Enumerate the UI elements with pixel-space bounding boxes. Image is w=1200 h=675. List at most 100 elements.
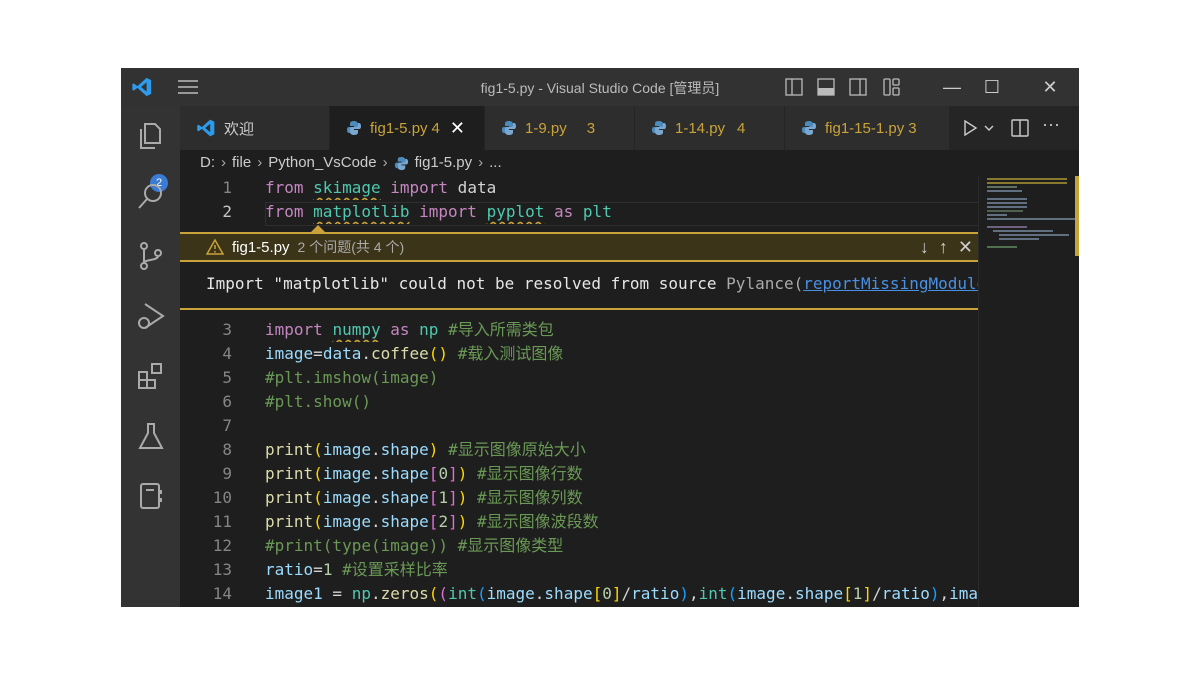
close-peek-icon[interactable]: ✕ xyxy=(958,237,973,258)
code-token: int xyxy=(448,584,477,603)
toggle-primary-sidebar-icon[interactable] xyxy=(785,78,803,96)
code-token: shape xyxy=(380,488,429,507)
problem-rule-link[interactable]: reportMissingModuleSource xyxy=(803,274,979,293)
code-line[interactable]: 14 image1 = np.zeros((int(image.shape[0]/… xyxy=(180,582,978,606)
code-token: import xyxy=(390,178,449,197)
code-token: image xyxy=(265,344,314,363)
source-control-icon[interactable] xyxy=(135,240,167,272)
code-token: zeros xyxy=(380,584,429,603)
code-line[interactable]: 13 ratio=1 #设置采样比率 xyxy=(180,558,978,582)
code-token: [ xyxy=(592,584,603,603)
line-text: from matplotlib import pyplot as plt xyxy=(265,200,978,224)
code-token: #导入所需类包 xyxy=(448,320,554,339)
testing-icon[interactable] xyxy=(135,420,167,452)
code-token: int xyxy=(698,584,728,603)
peek-file: fig1-5.py xyxy=(232,238,290,256)
code-line[interactable]: 10 print(image.shape[1]) #显示图像列数 xyxy=(180,486,978,510)
code-token: ) xyxy=(679,584,689,603)
code-token: ] xyxy=(448,464,458,483)
maximize-button[interactable]: ☐ xyxy=(981,76,1003,98)
code-line[interactable]: 3 import numpy as np #导入所需类包 xyxy=(180,318,978,342)
code-line[interactable]: 7 xyxy=(180,414,978,438)
problem-source: Pylance( xyxy=(726,274,804,293)
chevron-down-icon[interactable] xyxy=(983,123,995,133)
code-line[interactable]: 5 #plt.imshow(image) xyxy=(180,366,978,390)
tab-1-9[interactable]: 1-9.py 3 xyxy=(485,106,635,150)
minimize-button[interactable]: — xyxy=(941,76,963,98)
activity-bar: 2 xyxy=(121,106,180,607)
code-line[interactable]: 1 from skimage import data xyxy=(180,176,978,200)
peek-header: fig1-5.py 2 个问题(共 4 个) ↓ ↑ ✕ xyxy=(180,232,979,262)
code-token: ) xyxy=(457,512,468,531)
code-line[interactable]: 8 print(image.shape) #显示图像原始大小 xyxy=(180,438,978,462)
code-line[interactable]: 9 print(image.shape[0]) #显示图像行数 xyxy=(180,462,978,486)
more-actions-icon[interactable]: ··· xyxy=(1042,114,1060,135)
split-editor-icon[interactable] xyxy=(1011,119,1029,137)
problem-count: 3 xyxy=(908,119,917,137)
line-number: 14 xyxy=(212,584,232,603)
code-token: ratio xyxy=(881,584,930,603)
tab-fig1-5[interactable]: fig1-5.py 4 ✕ xyxy=(330,106,485,150)
code-token: import xyxy=(419,202,477,221)
code-token: numpy xyxy=(332,320,381,339)
code-token: pyplot xyxy=(486,202,545,221)
tab-1-14[interactable]: 1-14.py 4 xyxy=(635,106,785,150)
next-problem-icon[interactable]: ↓ xyxy=(920,237,929,258)
search-icon[interactable] xyxy=(135,180,167,212)
explorer-icon[interactable] xyxy=(135,120,167,152)
code-token: image xyxy=(322,488,371,507)
code-token: image xyxy=(486,584,535,603)
line-number: 7 xyxy=(222,416,232,435)
peek-pointer xyxy=(311,225,325,232)
code-token: skimage xyxy=(313,178,381,197)
minimap[interactable] xyxy=(978,176,1079,607)
previous-problem-icon[interactable]: ↑ xyxy=(939,237,948,258)
tab-welcome[interactable]: 欢迎 xyxy=(180,106,330,150)
code-token: plt xyxy=(582,202,612,221)
line-text: print(image.shape) #显示图像原始大小 xyxy=(265,438,978,462)
extensions-icon[interactable] xyxy=(135,360,167,392)
code-line[interactable]: 4 image=data.coffee() #载入测试图像 xyxy=(180,342,978,366)
code-line[interactable]: 11 print(image.shape[2]) #显示图像波段数 xyxy=(180,510,978,534)
breadcrumb-item[interactable]: Python_VsCode xyxy=(268,150,376,176)
code-token: ) xyxy=(929,584,940,603)
breadcrumb-item[interactable]: D: xyxy=(200,150,215,176)
scrollbar-thumb[interactable] xyxy=(1075,176,1079,256)
code-token: 0 xyxy=(602,584,612,603)
toggle-panel-icon[interactable] xyxy=(817,78,835,96)
code-line[interactable]: 2 from matplotlib import pyplot as plt xyxy=(180,200,978,224)
code-token: ( xyxy=(313,440,323,459)
notebook-icon[interactable] xyxy=(135,480,167,512)
code-token: shape xyxy=(380,440,429,459)
code-token: , xyxy=(688,584,699,603)
code-line[interactable]: 6 #plt.show() xyxy=(180,390,978,414)
run-debug-icon[interactable] xyxy=(135,300,167,332)
vscode-icon xyxy=(197,119,215,137)
close-window-button[interactable]: ✕ xyxy=(1039,76,1061,98)
line-number: 2 xyxy=(222,202,232,221)
code-token: = xyxy=(313,560,323,579)
code-token: matplotlib xyxy=(313,202,410,221)
code-token: ] xyxy=(448,512,458,531)
run-icon[interactable] xyxy=(962,120,978,136)
toggle-secondary-sidebar-icon[interactable] xyxy=(849,78,867,96)
breadcrumb-item[interactable]: fig1-5.py xyxy=(415,150,473,176)
code-token: print xyxy=(265,464,314,483)
code-line[interactable]: 12 #print(type(image)) #显示图像类型 xyxy=(180,534,978,558)
python-icon xyxy=(652,121,666,135)
code-token: / xyxy=(621,584,632,603)
line-number: 1 xyxy=(222,178,232,197)
peek-summary: 2 个问题(共 4 个) xyxy=(297,239,405,255)
close-tab-icon[interactable]: ✕ xyxy=(450,118,465,139)
code-token: #显示图像行数 xyxy=(477,464,583,483)
tab-fig1-15-1[interactable]: fig1-15-1.py 3 xyxy=(785,106,950,150)
line-number: 5 xyxy=(222,368,232,387)
breadcrumb-item[interactable]: ... xyxy=(489,150,502,176)
breadcrumb-item[interactable]: file xyxy=(232,150,251,176)
customize-layout-icon[interactable] xyxy=(883,78,901,96)
